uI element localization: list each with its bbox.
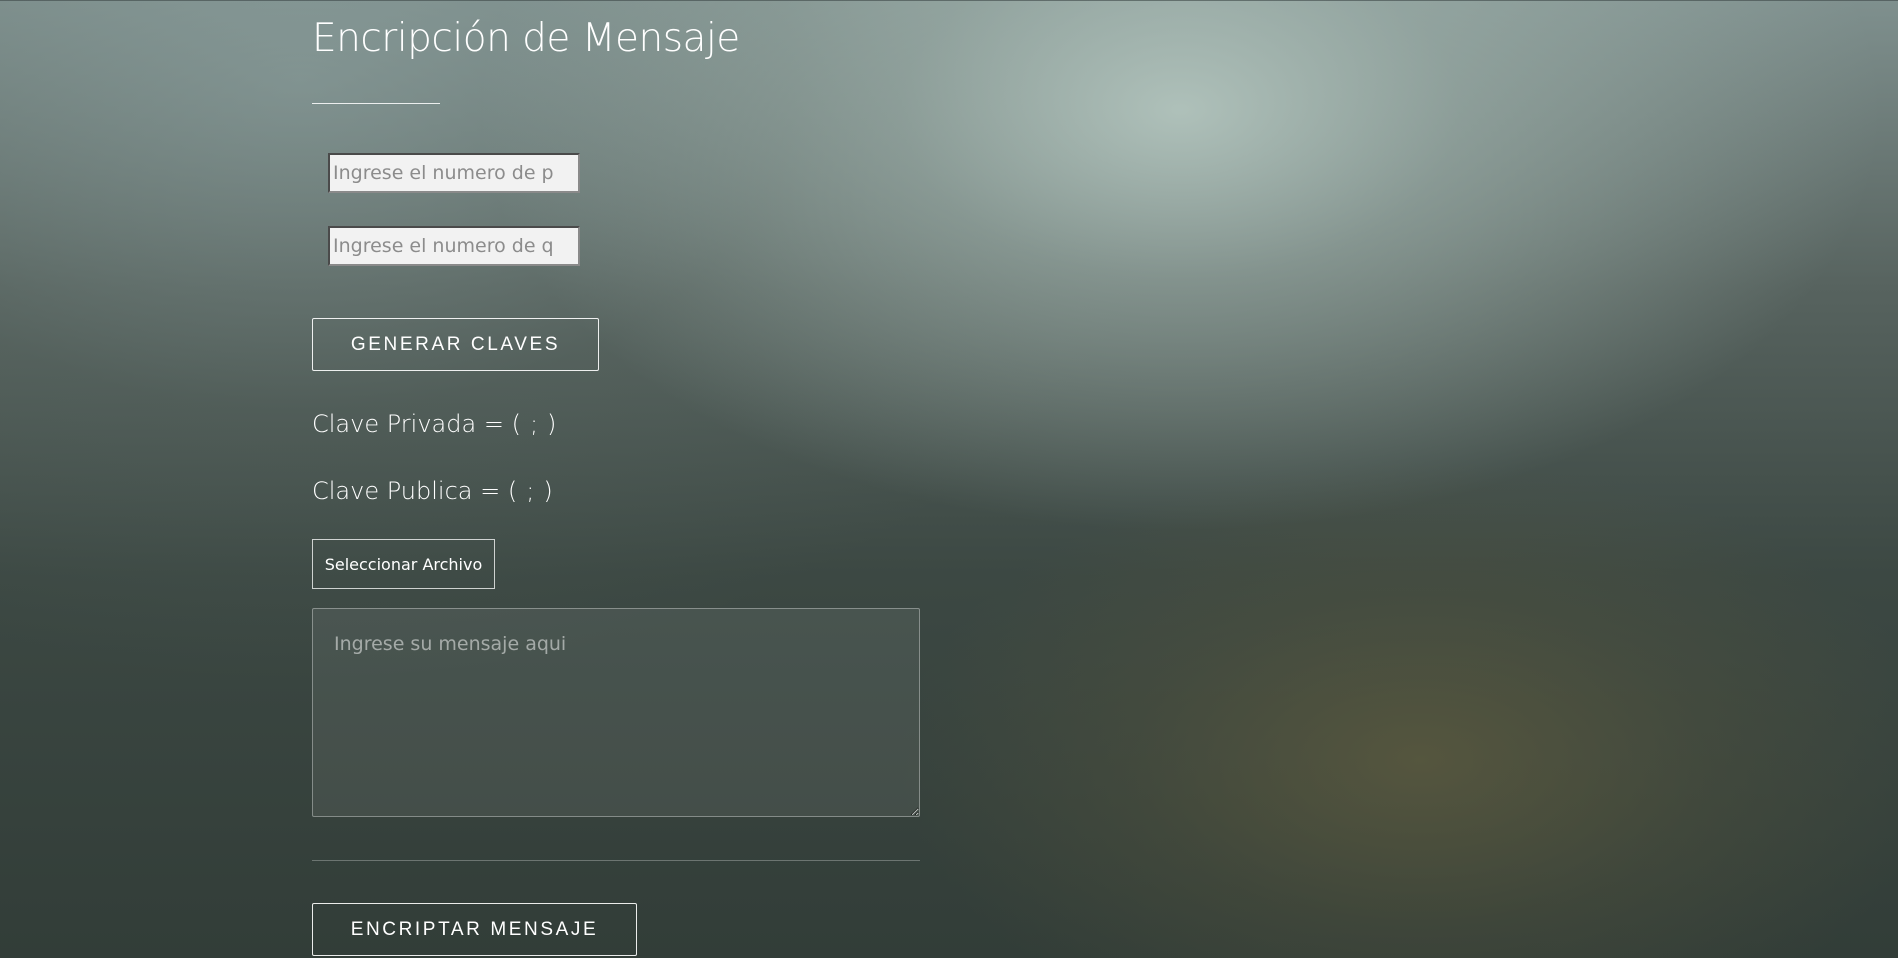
public-key-display: Clave Publica = (;) <box>312 477 553 505</box>
q-number-input[interactable] <box>328 226 580 266</box>
public-key-close-paren: ) <box>543 477 553 505</box>
private-key-close-paren: ) <box>547 410 557 438</box>
section-divider <box>312 860 920 861</box>
private-key-display: Clave Privada = (;) <box>312 410 556 438</box>
public-key-label: Clave Publica <box>312 477 473 505</box>
generate-keys-button[interactable]: GENERAR CLAVES <box>312 318 599 371</box>
public-key-open-paren: ( <box>507 477 518 505</box>
select-file-button[interactable]: Seleccionar Archivo <box>312 539 495 589</box>
message-textarea[interactable] <box>312 608 920 817</box>
private-key-label: Clave Privada <box>312 410 477 438</box>
public-key-equals: = <box>480 477 501 505</box>
page-title: Encripción de Mensaje <box>312 16 740 61</box>
public-key-separator: ; <box>526 477 535 505</box>
p-number-input[interactable] <box>328 153 580 193</box>
page-top-border <box>0 0 1898 1</box>
title-underline <box>312 103 440 104</box>
private-key-open-paren: ( <box>511 410 521 438</box>
private-key-equals: = <box>483 410 504 438</box>
encrypt-message-button[interactable]: ENCRIPTAR MENSAJE <box>312 903 637 956</box>
private-key-separator: ; <box>529 410 539 438</box>
